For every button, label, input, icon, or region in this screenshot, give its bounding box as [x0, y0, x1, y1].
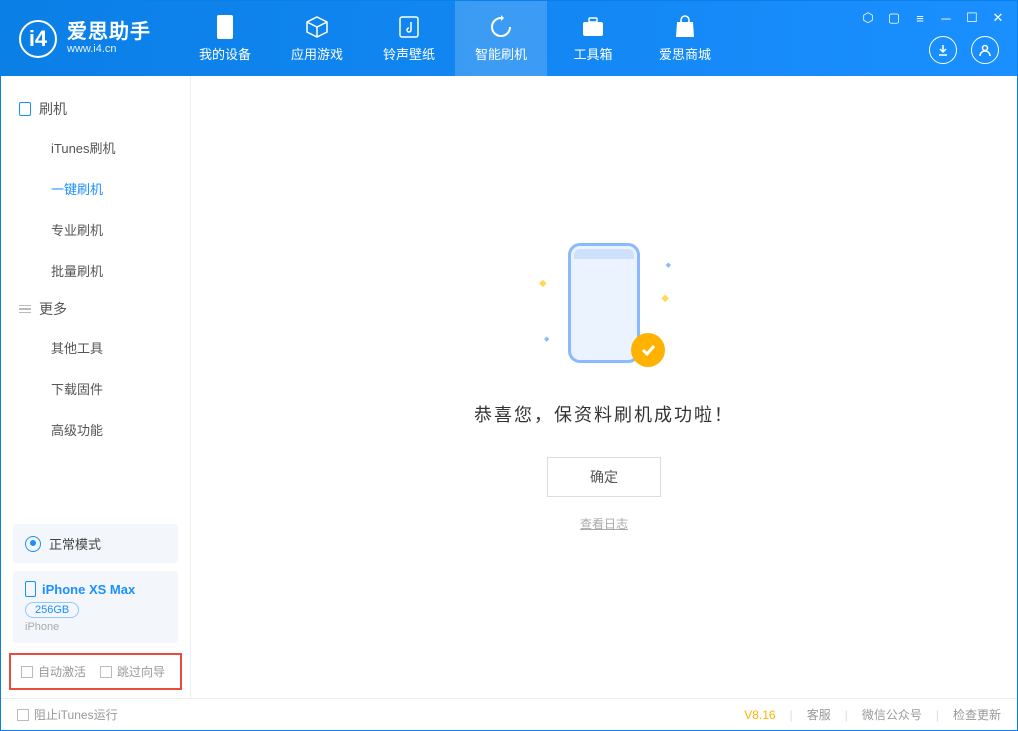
tab-label: 工具箱 [573, 44, 612, 63]
logo-icon: i4 [19, 20, 57, 58]
sparkle-icon: ◆ [661, 293, 669, 304]
tab-label: 爱思商城 [659, 44, 711, 63]
nav-tabs: 我的设备 应用游戏 铃声壁纸 智能刷机 工具箱 爱思商城 [179, 1, 731, 76]
sidebar-item-itunes-flash[interactable]: iTunes刷机 [1, 127, 190, 168]
sidebar-item-batch-flash[interactable]: 批量刷机 [1, 250, 190, 291]
sidebar-item-other-tools[interactable]: 其他工具 [1, 327, 190, 368]
group-label: 刷机 [39, 99, 67, 119]
window-controls: ⬡ ▢ ≡ ─ ☐ ✕ [861, 11, 1005, 25]
group-label: 更多 [39, 299, 67, 319]
menu-icon[interactable]: ≡ [913, 11, 927, 25]
maximize-button[interactable]: ☐ [965, 11, 979, 25]
tab-label: 铃声壁纸 [383, 44, 435, 63]
music-icon [396, 14, 422, 40]
device-box[interactable]: iPhone XS Max 256GB iPhone [13, 571, 178, 643]
body: 刷机 iTunes刷机 一键刷机 专业刷机 批量刷机 更多 其他工具 下载固件 … [1, 76, 1017, 698]
footer-link-service[interactable]: 客服 [807, 706, 831, 723]
sparkle-icon: ◆ [666, 261, 671, 269]
success-message: 恭喜您，保资料刷机成功啦！ [474, 401, 734, 427]
checkbox-label: 自动激活 [38, 663, 86, 680]
sidebar: 刷机 iTunes刷机 一键刷机 专业刷机 批量刷机 更多 其他工具 下载固件 … [1, 76, 191, 698]
main-content: ◆ ◆ ◆ ◆ 恭喜您，保资料刷机成功啦！ 确定 查看日志 [191, 76, 1017, 698]
toolbox-icon [580, 14, 606, 40]
highlighted-checkbox-row: 自动激活 跳过向导 [9, 653, 182, 690]
checkbox-icon [21, 666, 33, 678]
version-label: V8.16 [744, 708, 775, 722]
tab-ringtone-wallpaper[interactable]: 铃声壁纸 [363, 1, 455, 76]
separator: | [936, 708, 939, 722]
tab-smart-flash[interactable]: 智能刷机 [455, 1, 547, 76]
app-title: 爱思助手 [67, 21, 151, 43]
checkbox-icon [100, 666, 112, 678]
close-button[interactable]: ✕ [991, 11, 1005, 25]
separator: | [845, 708, 848, 722]
sidebar-group-flash: 刷机 [1, 91, 190, 127]
cube-icon [304, 14, 330, 40]
sidebar-item-advanced[interactable]: 高级功能 [1, 409, 190, 450]
user-button[interactable] [971, 36, 999, 64]
device-icon [212, 14, 238, 40]
mode-box[interactable]: 正常模式 [13, 524, 178, 563]
checkbox-label: 阻止iTunes运行 [34, 706, 118, 723]
device-icon [19, 102, 31, 116]
separator: | [790, 708, 793, 722]
phone-icon [25, 581, 36, 597]
minimize-button[interactable]: ─ [939, 11, 953, 25]
sidebar-item-download-firmware[interactable]: 下载固件 [1, 368, 190, 409]
view-log-link[interactable]: 查看日志 [580, 515, 628, 532]
mode-icon [25, 536, 41, 552]
footer: 阻止iTunes运行 V8.16 | 客服 | 微信公众号 | 检查更新 [1, 698, 1017, 730]
tab-apps-games[interactable]: 应用游戏 [271, 1, 363, 76]
tab-label: 应用游戏 [291, 44, 343, 63]
app-window: i4 爱思助手 www.i4.cn 我的设备 应用游戏 铃声壁纸 智能刷机 [0, 0, 1018, 731]
sidebar-item-pro-flash[interactable]: 专业刷机 [1, 209, 190, 250]
bag-icon [672, 14, 698, 40]
app-subtitle: www.i4.cn [67, 43, 151, 55]
tab-toolbox[interactable]: 工具箱 [547, 1, 639, 76]
header: i4 爱思助手 www.i4.cn 我的设备 应用游戏 铃声壁纸 智能刷机 [1, 1, 1017, 76]
tab-my-device[interactable]: 我的设备 [179, 1, 271, 76]
checkbox-block-itunes[interactable]: 阻止iTunes运行 [17, 706, 118, 723]
sidebar-group-more: 更多 [1, 291, 190, 327]
sidebar-item-onekey-flash[interactable]: 一键刷机 [1, 168, 190, 209]
list-icon [19, 305, 31, 314]
tab-label: 智能刷机 [475, 44, 527, 63]
device-capacity: 256GB [25, 602, 79, 618]
shirt-icon[interactable]: ⬡ [861, 11, 875, 25]
ok-button[interactable]: 确定 [547, 457, 661, 497]
download-button[interactable] [929, 36, 957, 64]
sparkle-icon: ◆ [544, 335, 549, 343]
checkbox-label: 跳过向导 [117, 663, 165, 680]
device-name: iPhone XS Max [42, 582, 135, 597]
footer-link-wechat[interactable]: 微信公众号 [862, 706, 922, 723]
check-badge-icon [631, 333, 665, 367]
tab-label: 我的设备 [199, 44, 251, 63]
sparkle-icon: ◆ [539, 278, 547, 289]
note-icon[interactable]: ▢ [887, 11, 901, 25]
logo: i4 爱思助手 www.i4.cn [1, 20, 169, 58]
device-type: iPhone [25, 621, 166, 633]
checkbox-auto-activate[interactable]: 自动激活 [21, 663, 86, 680]
phone-icon [568, 243, 640, 363]
checkbox-skip-guide[interactable]: 跳过向导 [100, 663, 165, 680]
checkbox-icon [17, 709, 29, 721]
tab-store[interactable]: 爱思商城 [639, 1, 731, 76]
footer-link-update[interactable]: 检查更新 [953, 706, 1001, 723]
mode-label: 正常模式 [49, 534, 101, 553]
refresh-icon [488, 14, 514, 40]
phone-success-illustration: ◆ ◆ ◆ ◆ [549, 243, 659, 373]
